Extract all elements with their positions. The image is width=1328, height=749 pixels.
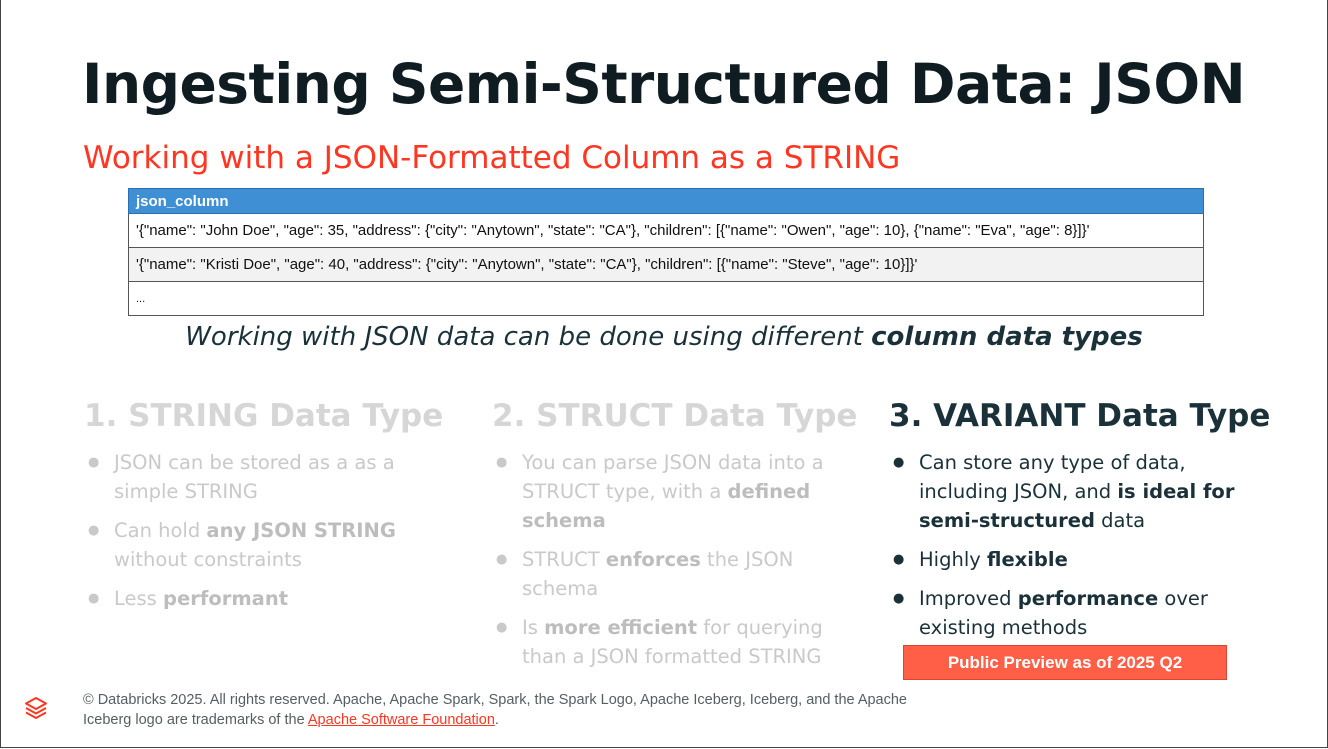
table-cell: ... bbox=[128, 281, 1204, 316]
bullet-text: Can hold bbox=[114, 519, 207, 542]
bullet-list: You can parse JSON data into a STRUCT ty… bbox=[492, 448, 852, 671]
bullet-bold-text: more efficient bbox=[544, 616, 698, 639]
bullet-text: without constraints bbox=[114, 548, 302, 571]
bullet-item: Less performant bbox=[84, 584, 444, 613]
bullet-text: data bbox=[1094, 509, 1146, 532]
apache-foundation-link[interactable]: Apache Software Foundation bbox=[308, 712, 495, 728]
bullet-bold-text: flexible bbox=[986, 548, 1068, 571]
bullet-list: JSON can be stored as a as a simple STRI… bbox=[84, 448, 444, 613]
bullet-item: JSON can be stored as a as a simple STRI… bbox=[84, 448, 444, 506]
bullet-item: Is more efficient for querying than a JS… bbox=[492, 613, 852, 671]
caption: Working with JSON data can be done using… bbox=[0, 322, 1328, 352]
column-heading: 3. VARIANT Data Type bbox=[889, 398, 1271, 434]
caption-bold: column data types bbox=[871, 322, 1143, 352]
json-table: json_column '{"name": "John Doe", "age":… bbox=[128, 188, 1204, 316]
bullet-text: JSON can be stored as a as a simple STRI… bbox=[114, 451, 395, 503]
table-cell: '{"name": "John Doe", "age": 35, "addres… bbox=[128, 213, 1204, 248]
bullet-text: STRUCT bbox=[522, 548, 606, 571]
bullet-text: Is bbox=[522, 616, 545, 639]
bullet-bold-text: performant bbox=[163, 587, 289, 610]
bullet-text: Less bbox=[114, 587, 164, 610]
table-row: '{"name": "John Doe", "age": 35, "addres… bbox=[128, 213, 1204, 248]
table-row: ... bbox=[128, 281, 1204, 316]
slide-subtitle: Working with a JSON-Formatted Column as … bbox=[83, 140, 901, 176]
bullet-item: STRUCT enforces the JSON schema bbox=[492, 545, 852, 603]
footer-line-2: Iceberg logo are trademarks of the Apach… bbox=[83, 710, 907, 730]
bullet-item: Improved performance over existing metho… bbox=[889, 584, 1269, 642]
column-struct: 2. STRUCT Data Type You can parse JSON d… bbox=[492, 398, 858, 681]
table-header-json-column: json_column bbox=[128, 188, 1204, 214]
footer-suffix: . bbox=[494, 712, 499, 728]
public-preview-badge: Public Preview as of 2025 Q2 bbox=[903, 645, 1227, 680]
footer-prefix: Iceberg logo are trademarks of the bbox=[83, 712, 308, 728]
bullet-text: Highly bbox=[919, 548, 987, 571]
bullet-item: Can hold any JSON STRING without constra… bbox=[84, 516, 444, 574]
table-cell: '{"name": "Kristi Doe", "age": 40, "addr… bbox=[128, 247, 1204, 282]
bullet-bold-text: performance bbox=[1017, 587, 1159, 610]
column-string: 1. STRING Data Type JSON can be stored a… bbox=[84, 398, 444, 623]
slide-title: Ingesting Semi-Structured Data: JSON bbox=[82, 52, 1246, 116]
footer-line-1: © Databricks 2025. All rights reserved. … bbox=[83, 692, 908, 708]
bullet-list: Can store any type of data, including JS… bbox=[889, 448, 1269, 642]
caption-text: Working with JSON data can be done using… bbox=[185, 322, 872, 352]
bullet-text: Improved bbox=[919, 587, 1018, 610]
table-row: '{"name": "Kristi Doe", "age": 40, "addr… bbox=[128, 247, 1204, 282]
bullet-item: Can store any type of data, including JS… bbox=[889, 448, 1269, 535]
bullet-bold-text: enforces bbox=[605, 548, 701, 571]
databricks-logo-icon bbox=[25, 697, 47, 719]
column-heading: 1. STRING Data Type bbox=[84, 398, 444, 434]
column-heading: 2. STRUCT Data Type bbox=[492, 398, 858, 434]
bullet-item: You can parse JSON data into a STRUCT ty… bbox=[492, 448, 852, 535]
bullet-bold-text: any JSON STRING bbox=[206, 519, 396, 542]
column-variant: 3. VARIANT Data Type Can store any type … bbox=[889, 398, 1271, 652]
bullet-item: Highly flexible bbox=[889, 545, 1269, 574]
footer: © Databricks 2025. All rights reserved. … bbox=[83, 690, 907, 730]
